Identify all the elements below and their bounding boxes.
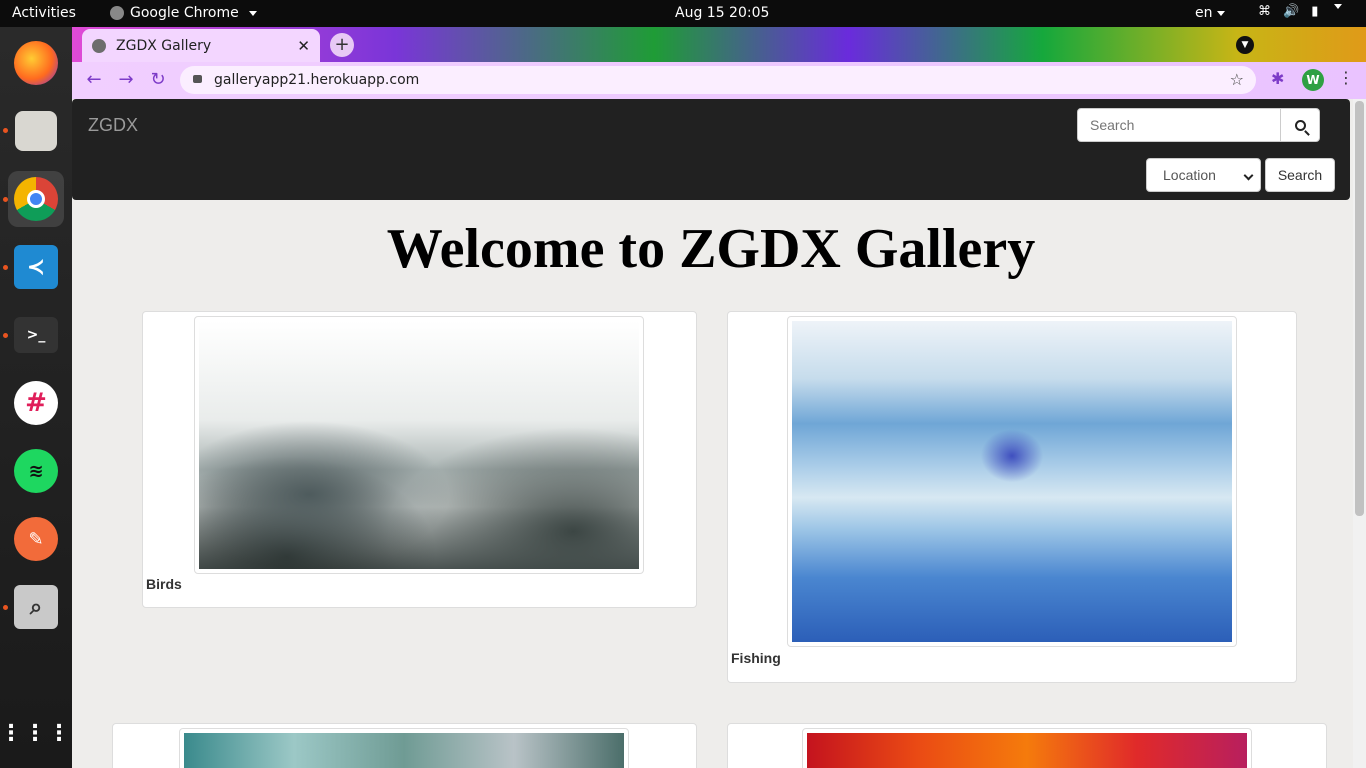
reload-icon[interactable]: ↻ — [146, 68, 170, 92]
url-text: galleryapp21.herokuapp.com — [214, 72, 420, 88]
dock-slack[interactable]: # — [8, 375, 64, 431]
location-select[interactable]: Location — [1146, 158, 1261, 192]
clock[interactable]: Aug 15 20:05 — [675, 5, 769, 21]
location-select-value: Location — [1163, 167, 1216, 183]
new-tab-button[interactable]: + — [330, 33, 354, 57]
dock-image-viewer[interactable]: ⌕ — [8, 579, 64, 635]
app-menu[interactable]: Google Chrome — [110, 5, 257, 21]
globe-icon — [92, 38, 106, 53]
image-viewer-icon: ⌕ — [14, 585, 58, 629]
vscode-icon: ≺ — [14, 245, 58, 289]
search-icon — [1294, 119, 1306, 131]
tab-strip: ZGDX Gallery ✕ + ▼ — [72, 27, 1366, 62]
menu-kebab-icon[interactable]: ⋮ — [1338, 68, 1354, 87]
site-navbar: ZGDX Location Search — [72, 99, 1350, 200]
chrome-icon — [14, 177, 58, 221]
system-top-bar: Activities Google Chrome Aug 15 20:05 en… — [0, 0, 1366, 27]
close-tab-icon[interactable]: ✕ — [297, 37, 310, 55]
firefox-icon — [14, 41, 58, 85]
back-icon[interactable]: ← — [82, 68, 106, 92]
gallery-thumbnail[interactable] — [179, 728, 629, 768]
location-search-button[interactable]: Search — [1265, 158, 1335, 192]
page-heading: Welcome to ZGDX Gallery — [386, 218, 1036, 280]
gallery-card[interactable] — [727, 723, 1327, 768]
browser-window: ZGDX Gallery ✕ + ▼ ← → ↻ galleryapp21.he… — [72, 27, 1366, 768]
postman-icon: ✎ — [14, 517, 58, 561]
volume-icon: 🔊 — [1283, 4, 1300, 19]
files-icon — [15, 111, 57, 151]
dock: ≺ >_ # ≋ ✎ ⌕ ⋮⋮⋮ — [0, 27, 72, 768]
extensions-icon[interactable]: ✱ — [1271, 69, 1284, 88]
terminal-icon: >_ — [14, 317, 58, 353]
dock-firefox[interactable] — [8, 35, 64, 91]
chevron-down-icon — [248, 10, 257, 16]
system-tray[interactable]: ⌘ 🔊 ▮ — [1258, 4, 1343, 19]
web-page: ZGDX Location Search Welcome to ZGDX Gal… — [72, 99, 1366, 768]
gallery-thumbnail[interactable] — [787, 316, 1237, 647]
chevron-down-icon — [1243, 170, 1254, 181]
language-indicator[interactable]: en — [1195, 5, 1225, 21]
page-scrollbar[interactable] — [1353, 99, 1366, 768]
dock-terminal[interactable]: >_ — [8, 307, 64, 363]
bookmark-star-icon[interactable]: ☆ — [1230, 66, 1244, 94]
chrome-small-icon — [110, 6, 124, 20]
network-icon: ⌘ — [1258, 4, 1271, 19]
battery-icon: ▮ — [1311, 4, 1319, 19]
gallery-caption: Fishing — [731, 650, 781, 666]
dock-files[interactable] — [8, 103, 64, 159]
lock-icon — [193, 75, 202, 83]
tab-zgdx-gallery[interactable]: ZGDX Gallery ✕ — [82, 29, 320, 62]
tab-title: ZGDX Gallery — [116, 37, 212, 54]
app-grid-icon: ⋮⋮⋮ — [0, 720, 72, 746]
profile-avatar[interactable]: W — [1302, 69, 1324, 91]
gallery-image-sunset — [807, 733, 1247, 768]
gallery-thumbnail[interactable] — [194, 316, 644, 574]
spotify-icon: ≋ — [14, 449, 58, 493]
show-applications-button[interactable]: ⋮⋮⋮ — [0, 705, 72, 761]
dock-postman[interactable]: ✎ — [8, 511, 64, 567]
gallery-thumbnail[interactable] — [802, 728, 1252, 768]
gallery-image-trees — [184, 733, 624, 768]
dock-chrome[interactable] — [8, 171, 64, 227]
forward-icon[interactable]: → — [114, 68, 138, 92]
search-submit-button[interactable] — [1280, 108, 1320, 142]
gallery-card[interactable]: Fishing — [727, 311, 1297, 683]
site-brand[interactable]: ZGDX — [88, 115, 138, 136]
gallery-card[interactable] — [112, 723, 697, 768]
dock-vscode[interactable]: ≺ — [8, 239, 64, 295]
browser-toolbar: ← → ↻ galleryapp21.herokuapp.com ☆ ✱ W ⋮ — [72, 62, 1366, 99]
language-label: en — [1195, 5, 1213, 21]
chevron-down-icon — [1334, 4, 1343, 9]
gallery-card[interactable]: Birds — [142, 311, 697, 608]
search-input[interactable] — [1077, 108, 1281, 142]
app-menu-label: Google Chrome — [130, 5, 239, 21]
address-bar[interactable]: galleryapp21.herokuapp.com ☆ — [180, 66, 1256, 94]
gallery-image-birds — [199, 321, 639, 569]
tab-search-button[interactable]: ▼ — [1236, 36, 1254, 54]
activities-button[interactable]: Activities — [12, 5, 76, 21]
gallery-image-fishing — [792, 321, 1232, 642]
slack-icon: # — [14, 381, 58, 425]
dock-spotify[interactable]: ≋ — [8, 443, 64, 499]
gallery-caption: Birds — [146, 576, 182, 592]
chevron-down-icon — [1216, 10, 1225, 16]
scrollbar-thumb[interactable] — [1355, 101, 1364, 516]
